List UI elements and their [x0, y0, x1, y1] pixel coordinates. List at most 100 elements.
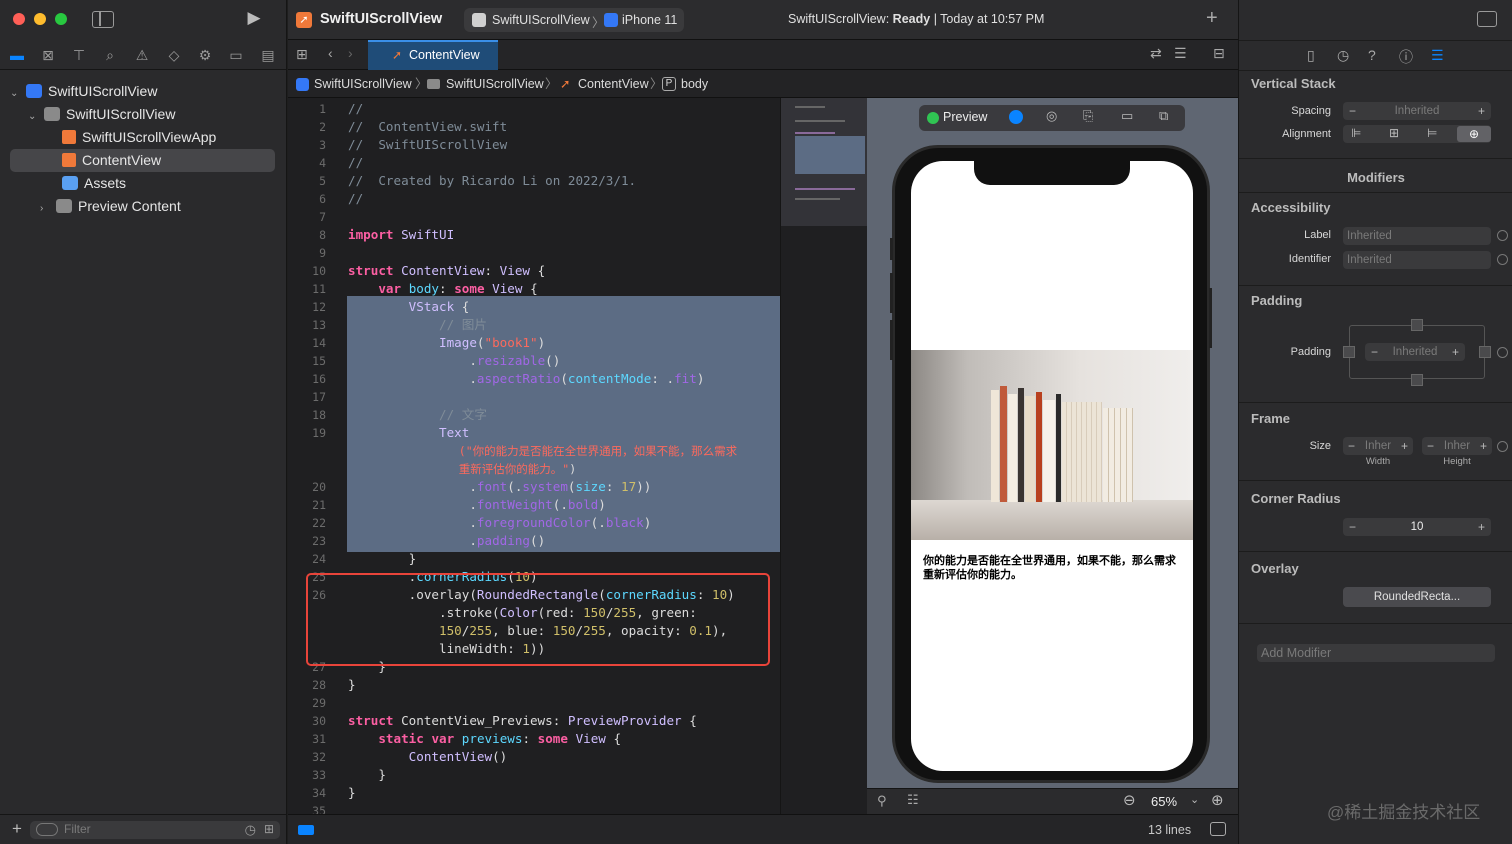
- height-stepper[interactable]: − Inher +: [1422, 437, 1492, 455]
- rotate-icon[interactable]: ⎘: [1083, 108, 1093, 124]
- attributes-inspector-icon[interactable]: ☰: [1431, 47, 1444, 64]
- live-preview-button[interactable]: [1009, 110, 1023, 124]
- identifier-field[interactable]: Inherited: [1343, 251, 1491, 269]
- padding-leading-checkbox[interactable]: [1343, 346, 1355, 358]
- increment-icon[interactable]: +: [1478, 102, 1485, 120]
- spacing-stepper[interactable]: − Inherited +: [1343, 102, 1491, 120]
- close-window-button[interactable]: [13, 13, 25, 25]
- padding-trailing-checkbox[interactable]: [1479, 346, 1491, 358]
- chevron-down-icon[interactable]: ⌄: [10, 82, 22, 105]
- folder-icon[interactable]: ▬: [8, 47, 26, 63]
- hide-panel-icon[interactable]: [1210, 822, 1226, 836]
- padding-reset-icon[interactable]: [1497, 347, 1508, 358]
- related-items-icon[interactable]: ⇄: [1150, 45, 1162, 62]
- inspector-toggle-icon[interactable]: [1477, 11, 1497, 27]
- zoom-in-icon[interactable]: ⊕: [1211, 791, 1224, 809]
- recent-files-icon[interactable]: ◷: [245, 822, 256, 838]
- adjust-icon[interactable]: ☷: [907, 792, 919, 808]
- source-editor[interactable]: // // ContentView.swift // SwiftUIScrollVi…: [338, 98, 780, 814]
- corner-radius-stepper[interactable]: − 10 +: [1343, 518, 1491, 536]
- identity-inspector-icon[interactable]: ⓘ: [1399, 47, 1413, 67]
- back-icon[interactable]: ‹: [328, 45, 333, 61]
- spacing-value: Inherited: [1394, 105, 1440, 117]
- editor-options-icon[interactable]: ☰: [1174, 45, 1187, 62]
- tab-contentview[interactable]: ➚ ContentView: [368, 40, 498, 70]
- filter-field[interactable]: Filter ◷ ⊞: [30, 821, 280, 839]
- add-tab-icon[interactable]: +: [1206, 7, 1218, 30]
- test-icon[interactable]: ◇: [165, 47, 183, 63]
- align-selected-icon[interactable]: ⊕: [1457, 126, 1491, 142]
- symbol-icon[interactable]: ⊤: [70, 47, 88, 63]
- report-icon[interactable]: ▤: [259, 47, 277, 63]
- swift-file-icon: [62, 153, 76, 167]
- watermark: @稀土掘金技术社区: [1327, 803, 1481, 822]
- search-icon[interactable]: ⌕: [101, 47, 119, 63]
- padding-top-checkbox[interactable]: [1411, 319, 1423, 331]
- increment-icon[interactable]: +: [1401, 437, 1408, 455]
- source-control-icon[interactable]: ⊠: [39, 47, 57, 63]
- attributes-inspector: ▯ ◷ ? ⓘ ☰ Vertical Stack Spacing − Inher…: [1238, 0, 1512, 844]
- debug-icon[interactable]: ⚙: [196, 47, 214, 63]
- tree-item[interactable]: ⌄ SwiftUIScrollView: [0, 80, 287, 103]
- zoom-window-button[interactable]: [55, 13, 67, 25]
- height-caption: Height: [1443, 456, 1471, 467]
- zoom-level[interactable]: 65%: [1151, 794, 1177, 809]
- run-destination-selector[interactable]: SwiftUIScrollView 〉 iPhone 11: [464, 8, 684, 32]
- add-modifier-field[interactable]: Add Modifier: [1257, 644, 1495, 662]
- debug-area-icon[interactable]: [298, 825, 314, 835]
- label-reset-icon[interactable]: [1497, 230, 1508, 241]
- width-stepper[interactable]: − Inher +: [1343, 437, 1413, 455]
- size-label: Size: [1309, 440, 1331, 452]
- code-line: .foregroundColor(.black): [348, 515, 652, 530]
- align-trailing-icon[interactable]: ⊨: [1427, 126, 1437, 140]
- pin-icon[interactable]: ⚲: [877, 793, 887, 809]
- align-leading-icon[interactable]: ⊫: [1351, 126, 1361, 140]
- tree-item[interactable]: Assets: [0, 172, 287, 195]
- overlay-button[interactable]: RoundedRecta...: [1343, 587, 1491, 607]
- chevron-down-icon[interactable]: ⌄: [28, 105, 40, 128]
- sidebar-toggle-icon[interactable]: [92, 11, 114, 28]
- tree-item[interactable]: ⌄ SwiftUIScrollView: [0, 103, 287, 126]
- identifier-reset-icon[interactable]: [1497, 254, 1508, 265]
- breadcrumb-item-symbol[interactable]: body: [681, 70, 708, 98]
- issue-icon[interactable]: ⚠: [133, 47, 151, 63]
- breakpoint-icon[interactable]: ▭: [227, 47, 245, 63]
- padding-bottom-checkbox[interactable]: [1411, 374, 1423, 386]
- grid-icon[interactable]: ⊞: [296, 46, 308, 63]
- line-number: 1: [319, 102, 326, 116]
- align-center-icon[interactable]: ⊞: [1389, 126, 1399, 140]
- increment-icon[interactable]: +: [1478, 518, 1485, 536]
- breadcrumb-item-project[interactable]: SwiftUIScrollView: [314, 70, 412, 98]
- history-inspector-icon[interactable]: ◷: [1337, 47, 1349, 64]
- destination-project: SwiftUIScrollView: [492, 13, 590, 27]
- scheme-name[interactable]: SwiftUIScrollView: [320, 11, 442, 27]
- tree-item[interactable]: › Preview Content: [0, 195, 287, 218]
- minimize-window-button[interactable]: [34, 13, 46, 25]
- forward-icon[interactable]: ›: [348, 45, 353, 61]
- tree-item[interactable]: ContentView: [10, 149, 275, 172]
- increment-icon[interactable]: +: [1480, 437, 1487, 455]
- source-control-filter-icon[interactable]: ⊞: [264, 822, 274, 836]
- inspect-icon[interactable]: ◎: [1046, 108, 1057, 124]
- device-settings-icon[interactable]: ▭: [1121, 108, 1133, 124]
- tree-item[interactable]: SwiftUIScrollViewApp: [0, 126, 287, 149]
- split-editor-icon[interactable]: ⊟: [1213, 45, 1225, 62]
- label-field[interactable]: Inherited: [1343, 227, 1491, 245]
- chevron-right-icon[interactable]: ›: [40, 197, 52, 220]
- duplicate-icon[interactable]: ⧉: [1159, 108, 1168, 124]
- add-icon[interactable]: +: [8, 820, 26, 837]
- chevron-down-icon[interactable]: ⌄: [1190, 793, 1199, 806]
- file-inspector-icon[interactable]: ▯: [1307, 47, 1315, 64]
- alignment-segmented-control[interactable]: ⊫ ⊞ ⊨ ⊕: [1343, 125, 1491, 143]
- help-inspector-icon[interactable]: ?: [1368, 47, 1376, 63]
- increment-icon[interactable]: +: [1452, 343, 1459, 361]
- run-icon[interactable]: ▶: [245, 9, 263, 26]
- breadcrumb-item-file[interactable]: ContentView: [578, 70, 649, 98]
- minimap[interactable]: [780, 98, 867, 814]
- breadcrumb-item-folder[interactable]: SwiftUIScrollView: [446, 70, 544, 98]
- frame-reset-icon[interactable]: [1497, 441, 1508, 452]
- filter-options-icon[interactable]: [36, 823, 58, 836]
- padding-stepper[interactable]: − Inherited +: [1365, 343, 1465, 361]
- zoom-out-icon[interactable]: ⊖: [1123, 791, 1136, 809]
- line-number: 31: [312, 732, 326, 746]
